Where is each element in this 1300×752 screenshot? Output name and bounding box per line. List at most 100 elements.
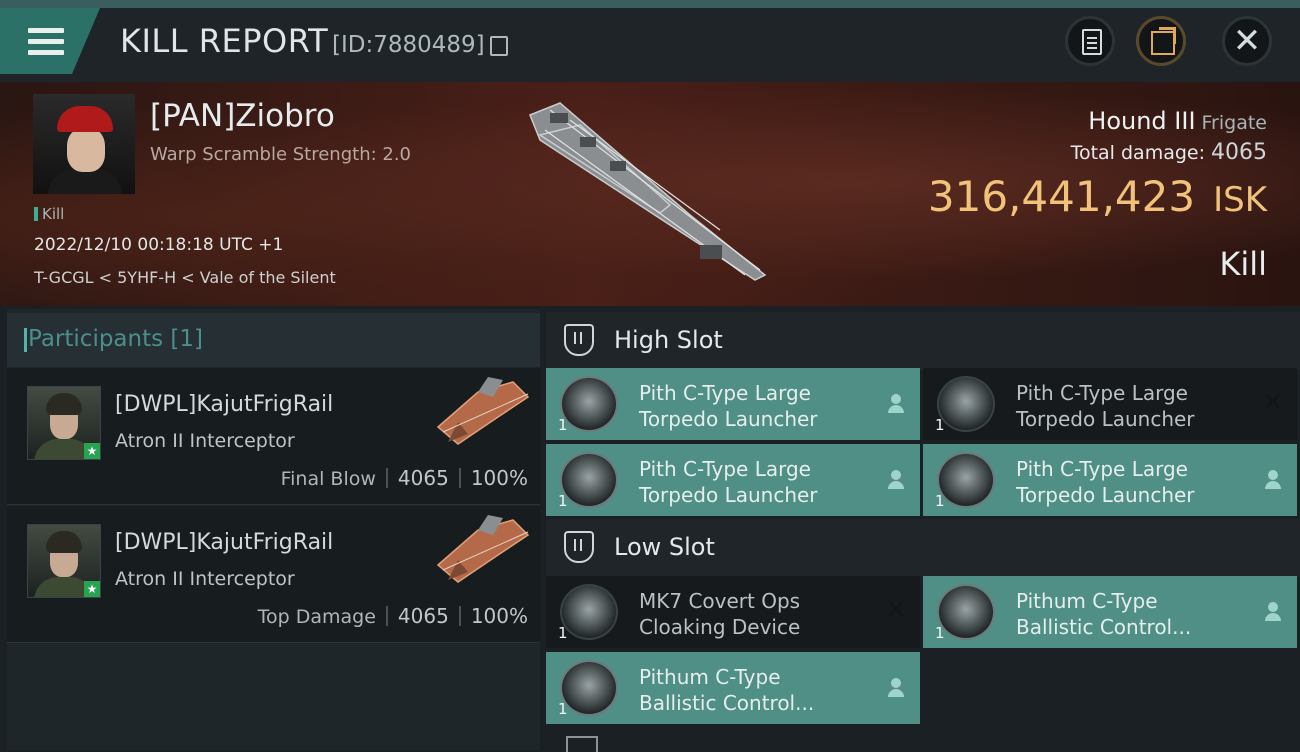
participant-ship: Atron II Interceptor: [115, 430, 295, 452]
slot-icon: [564, 324, 594, 356]
module-image: [560, 376, 618, 432]
module-name-line: Torpedo Launcher: [639, 483, 818, 507]
participant-percent: 100%: [470, 604, 528, 628]
module-item[interactable]: 1 Pithum C-Type Ballistic Control...: [546, 652, 920, 724]
slot-icon: [564, 531, 594, 563]
ship-name[interactable]: Hound III: [1088, 107, 1195, 135]
module-name: Pith C-Type Large Torpedo Launcher: [1016, 380, 1195, 432]
participant-damage: 4065: [397, 466, 449, 490]
kill-datetime: 2022/12/10 00:18:18 UTC +1: [34, 235, 284, 255]
module-name: MK7 Covert Ops Cloaking Device: [639, 588, 800, 640]
participant-ship: Atron II Interceptor: [115, 568, 295, 590]
isk-value: 316,441,423 ISK: [928, 172, 1267, 221]
victim-ship-image: [529, 102, 767, 281]
clipboard-icon: [1082, 29, 1102, 55]
module-image: [937, 376, 995, 432]
module-item[interactable]: 1 Pith C-Type Large Torpedo Launcher ✕: [923, 368, 1297, 440]
module-name: Pith C-Type Large Torpedo Launcher: [639, 456, 818, 508]
module-name-line: Ballistic Control...: [1016, 615, 1192, 639]
module-quantity: 1: [935, 416, 945, 434]
victim-name[interactable]: [PAN]Ziobro: [150, 98, 335, 134]
victim-ship-type: Hound III Frigate: [1088, 107, 1267, 135]
module-item[interactable]: 1 Pith C-Type Large Torpedo Launcher: [546, 368, 920, 440]
participants-label: Participants: [28, 326, 164, 352]
module-name-line: Pithum C-Type: [639, 665, 781, 689]
participant-percent: 100%: [470, 466, 528, 490]
module-name-line: Cloaking Device: [639, 615, 801, 639]
person-icon: [888, 678, 904, 698]
module-item[interactable]: 1 Pithum C-Type Ballistic Control...: [923, 576, 1297, 648]
isk-amount: 316,441,423: [927, 172, 1196, 221]
kill-location[interactable]: T-GCGL < 5YHF-H < Vale of the Silent: [34, 268, 336, 287]
module-name-line: Pith C-Type Large: [1016, 457, 1188, 481]
kill-result-label: Kill: [1219, 245, 1267, 283]
person-icon: [1265, 470, 1281, 490]
module-image: [937, 584, 995, 640]
module-quantity: 1: [935, 492, 945, 510]
participant-ship-image: [436, 515, 530, 583]
person-icon: [1265, 602, 1281, 622]
participant-name[interactable]: [DWPL]KajutFrigRail: [115, 392, 333, 417]
module-name-line: Pith C-Type Large: [639, 457, 811, 481]
module-name-line: Torpedo Launcher: [1016, 407, 1195, 431]
module-quantity: 1: [558, 416, 568, 434]
participants-title: Participants [1]: [23, 326, 204, 352]
star-icon: ★: [84, 443, 100, 459]
participant-role: Top Damage: [257, 606, 376, 628]
participants-count: [1]: [170, 326, 204, 352]
module-name: Pith C-Type Large Torpedo Launcher: [1016, 456, 1195, 508]
close-icon: ✕: [1232, 21, 1262, 61]
participant-avatar[interactable]: ★: [27, 524, 101, 598]
module-quantity: 1: [558, 700, 568, 718]
kill-tag: Kill: [34, 205, 64, 223]
module-name-line: Pithum C-Type: [1016, 589, 1158, 613]
module-name: Pith C-Type Large Torpedo Launcher: [639, 380, 818, 432]
person-icon: [888, 394, 904, 414]
clipboard-button[interactable]: [1065, 16, 1115, 66]
participant-stats: Final Blow 4065 100%: [281, 466, 528, 490]
low-slot-header: Low Slot: [546, 519, 1300, 577]
share-icon: [1151, 27, 1176, 55]
total-damage-value: 4065: [1211, 140, 1267, 165]
copy-icon[interactable]: [490, 36, 508, 56]
hamburger-icon[interactable]: [28, 28, 64, 56]
participant-ship-image: [436, 377, 530, 445]
participant-role: Final Blow: [280, 468, 376, 490]
share-button[interactable]: [1136, 16, 1186, 66]
module-name-line: Pith C-Type Large: [1016, 381, 1188, 405]
module-name: Pithum C-Type Ballistic Control...: [1016, 588, 1191, 640]
x-icon: ✕: [1262, 388, 1283, 416]
participant-row[interactable]: ★ [DWPL]KajutFrigRail Atron II Intercept…: [7, 368, 540, 505]
participant-damage: 4065: [397, 604, 449, 628]
module-item[interactable]: 1 MK7 Covert Ops Cloaking Device ✕: [546, 576, 920, 648]
report-id: [ID:7880489]: [332, 32, 485, 58]
low-slot-label: Low Slot: [614, 533, 715, 561]
module-quantity: 1: [558, 624, 568, 642]
module-image: [560, 660, 618, 716]
participant-name[interactable]: [DWPL]KajutFrigRail: [115, 530, 333, 555]
total-damage: Total damage: 4065: [1071, 140, 1267, 165]
module-item[interactable]: 1 Pith C-Type Large Torpedo Launcher: [923, 444, 1297, 516]
high-slot-label: High Slot: [614, 326, 723, 354]
module-name-line: Ballistic Control...: [639, 691, 815, 715]
module-quantity: 1: [558, 492, 568, 510]
close-button[interactable]: ✕: [1222, 16, 1272, 66]
warp-scramble-strength: Warp Scramble Strength: 2.0: [150, 144, 412, 165]
victim-portrait[interactable]: [33, 94, 135, 194]
module-image: [560, 584, 618, 640]
isk-unit: ISK: [1213, 180, 1267, 220]
module-quantity: 1: [935, 624, 945, 642]
x-icon: ✕: [885, 596, 906, 624]
module-name-line: MK7 Covert Ops: [639, 589, 801, 613]
module-image: [937, 452, 995, 508]
participant-avatar[interactable]: ★: [27, 386, 101, 460]
ship-class: Frigate: [1201, 112, 1267, 134]
top-strip: [0, 0, 1300, 8]
module-image: [560, 452, 618, 508]
participant-row[interactable]: ★ [DWPL]KajutFrigRail Atron II Intercept…: [7, 506, 540, 643]
total-damage-label: Total damage:: [1070, 142, 1205, 164]
participant-stats: Top Damage 4065 100%: [258, 604, 528, 628]
module-name-line: Torpedo Launcher: [1016, 483, 1195, 507]
module-item[interactable]: 1 Pith C-Type Large Torpedo Launcher: [546, 444, 920, 516]
person-icon: [888, 470, 904, 490]
